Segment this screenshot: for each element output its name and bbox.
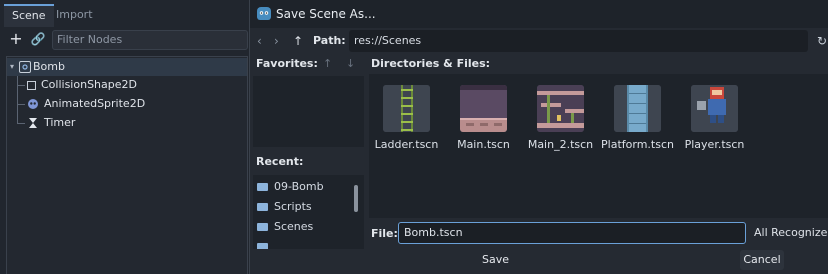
file-label: File:	[371, 227, 398, 240]
recent-item[interactable]: 09-Bomb	[257, 177, 324, 197]
scene-dock: Scene Import + 🔗 Filter Nodes ▾ Bomb Col…	[0, 0, 250, 274]
tree-item-timer[interactable]: Timer	[27, 114, 75, 132]
recent-item-label: Scenes	[274, 220, 314, 233]
main-thumbnail	[460, 85, 507, 132]
tree-connector	[17, 123, 25, 124]
folder-icon	[257, 203, 268, 211]
tree-item-collisionshape2d[interactable]: CollisionShape2D	[27, 76, 137, 94]
node2d-icon	[19, 61, 31, 73]
main-2-thumbnail	[537, 85, 584, 132]
tab-scene[interactable]: Scene	[4, 4, 54, 27]
move-favorite-down-icon[interactable]: ↓	[346, 57, 355, 70]
folder-icon	[257, 243, 268, 249]
dialog-title: Save Scene As...	[276, 7, 376, 21]
forward-icon[interactable]: ›	[274, 33, 279, 49]
file-type-filter-select[interactable]: All Recognized (	[752, 222, 828, 244]
directories-files-label: Directories & Files:	[371, 57, 491, 70]
recent-item[interactable]: Scripts	[257, 197, 312, 217]
file-name: Player.tscn	[684, 138, 745, 151]
platform-thumbnail	[614, 85, 661, 132]
favorites-label: Favorites:	[256, 57, 318, 70]
tree-connector	[17, 104, 25, 105]
folder-icon	[257, 183, 268, 191]
collapse-arrow-icon[interactable]: ▾	[10, 58, 14, 76]
file-item-main[interactable]: Main.tscn	[446, 84, 521, 164]
recent-label: Recent:	[256, 155, 304, 168]
godot-logo-icon	[257, 7, 271, 20]
file-item-main-2[interactable]: Main_2.tscn	[523, 84, 598, 164]
recent-item[interactable]: Scenes	[257, 217, 313, 237]
tree-item-label: Timer	[44, 116, 76, 129]
file-item-platform[interactable]: Platform.tscn	[600, 84, 675, 164]
path-label: Path:	[313, 34, 346, 47]
recent-list[interactable]: 09-Bomb Scripts Scenes	[253, 175, 364, 249]
animated-sprite-icon	[27, 98, 39, 110]
go-up-icon[interactable]: ↑	[293, 33, 303, 49]
tab-import[interactable]: Import	[48, 5, 101, 25]
filter-nodes-input[interactable]: Filter Nodes	[52, 30, 248, 50]
tree-item-label: Bomb	[33, 60, 65, 73]
collision-shape-icon	[27, 80, 36, 90]
file-item-ladder[interactable]: Ladder.tscn	[369, 84, 444, 164]
save-button[interactable]: Save	[478, 250, 513, 270]
refresh-icon[interactable]: ↻	[817, 33, 827, 49]
move-favorite-up-icon[interactable]: ↑	[323, 57, 332, 70]
file-name: Ladder.tscn	[374, 138, 439, 151]
tree-connector	[17, 76, 18, 123]
tree-item-animatedsprite2d[interactable]: AnimatedSprite2D	[27, 95, 145, 113]
tree-item-bomb[interactable]: ▾ Bomb	[7, 58, 247, 76]
player-thumbnail	[691, 85, 738, 132]
tree-connector	[17, 85, 25, 86]
recent-scrollbar[interactable]	[354, 185, 358, 212]
file-name-input[interactable]: Bomb.tscn	[398, 222, 746, 244]
path-row: ‹ › ↑ Path: res://Scenes ↻	[250, 30, 828, 52]
scene-toolbar: + 🔗 Filter Nodes	[0, 28, 250, 52]
recent-item-partial[interactable]	[257, 237, 274, 249]
file-name: Main_2.tscn	[527, 138, 594, 151]
cancel-button[interactable]: Cancel	[740, 250, 784, 270]
favorites-list[interactable]	[253, 76, 364, 147]
tree-item-label: CollisionShape2D	[41, 78, 137, 91]
path-input[interactable]: res://Scenes	[349, 30, 808, 52]
file-grid: Ladder.tscn Main.tscn Main_2.tscn Platfo…	[369, 74, 828, 218]
file-name: Main.tscn	[457, 138, 510, 151]
file-item-player[interactable]: Player.tscn	[677, 84, 752, 164]
tree-item-label: AnimatedSprite2D	[44, 97, 146, 110]
save-scene-dialog: Save Scene As... ‹ › ↑ Path: res://Scene…	[249, 0, 828, 274]
dialog-title-bar[interactable]: Save Scene As...	[250, 0, 828, 28]
add-node-icon[interactable]: +	[8, 31, 24, 47]
timer-icon	[27, 117, 39, 129]
scene-tree: ▾ Bomb CollisionShape2D AnimatedSprite2D…	[6, 56, 248, 274]
folder-icon	[257, 223, 268, 231]
ladder-thumbnail	[383, 85, 430, 132]
instance-child-icon[interactable]: 🔗	[30, 31, 46, 47]
file-name: Platform.tscn	[601, 138, 674, 151]
back-icon[interactable]: ‹	[257, 33, 262, 49]
recent-item-label: 09-Bomb	[274, 180, 324, 193]
recent-item-label: Scripts	[274, 200, 312, 213]
